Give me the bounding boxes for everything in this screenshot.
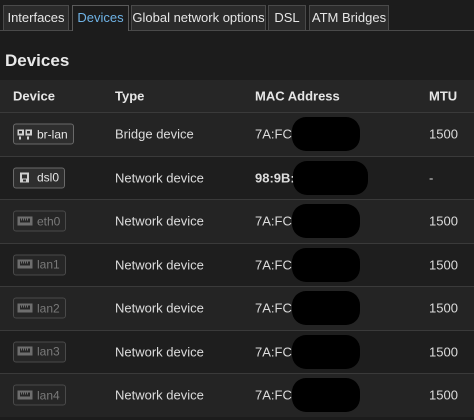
type-cell: Network device (115, 344, 204, 360)
tab-global-network-options[interactable]: Global network options (131, 5, 266, 30)
mac-cell: 98:9B: (255, 170, 295, 186)
device-cell: br-lan (13, 123, 74, 145)
mtu-cell: 1500 (429, 126, 458, 142)
section-title: Devices (5, 51, 70, 70)
mac-cell: 7A:FC: (255, 213, 296, 229)
mtu-cell: - (429, 170, 434, 186)
mtu-cell: 1500 (429, 387, 458, 403)
ethernet-port-icon (17, 389, 33, 401)
device-name: eth0 (37, 214, 61, 229)
ethernet-port-icon (17, 259, 33, 271)
ethernet-port-icon (17, 346, 33, 358)
tab-interfaces[interactable]: Interfaces (3, 5, 69, 30)
tab-dsl[interactable]: DSL (268, 5, 306, 30)
device-cell: lan1 (13, 254, 66, 276)
device-badge-lan1[interactable]: lan1 (13, 254, 66, 276)
device-cell: eth0 (13, 210, 67, 232)
mtu-cell: 1500 (429, 257, 458, 273)
bridge-icon (17, 128, 33, 140)
device-cell: lan2 (13, 297, 66, 319)
device-badge-eth0[interactable]: eth0 (13, 210, 67, 232)
table-row: lan2 Network device 7A:FC: 1500 (0, 286, 474, 330)
tab-atm-bridges[interactable]: ATM Bridges (309, 5, 389, 30)
device-cell: lan3 (13, 341, 66, 363)
mac-cell: 7A:FC: (255, 257, 296, 273)
header-mtu: MTU (429, 88, 458, 104)
mac-cell: 7A:FC: (255, 387, 296, 403)
device-name: lan3 (37, 344, 60, 359)
table-row: dsl0 Network device 98:9B: - (0, 155, 474, 199)
header-mac-address: MAC Address (255, 88, 340, 104)
header-device: Device (13, 88, 55, 104)
devices-table: Device Type MAC Address MTU br-lan Bridge… (0, 80, 474, 417)
mtu-cell: 1500 (429, 213, 458, 229)
type-cell: Bridge device (115, 126, 194, 142)
device-name: lan1 (37, 257, 60, 272)
device-badge-lan2[interactable]: lan2 (13, 297, 66, 319)
type-cell: Network device (115, 213, 204, 229)
device-name: br-lan (37, 127, 68, 142)
device-name: dsl0 (37, 170, 60, 185)
device-badge-dsl0[interactable]: dsl0 (13, 167, 66, 189)
device-badge-lan4[interactable]: lan4 (13, 384, 66, 406)
table-header: Device Type MAC Address MTU (0, 80, 474, 112)
device-cell: lan4 (13, 384, 66, 406)
ethernet-port-icon (17, 215, 33, 227)
redaction-mark (292, 378, 360, 412)
tab-devices[interactable]: Devices (72, 5, 129, 31)
mac-cell: 7A:FC: (255, 126, 296, 142)
redaction-mark (292, 334, 360, 369)
redaction-mark (292, 247, 360, 282)
redaction-mark (293, 160, 368, 195)
table-row: lan1 Network device 7A:FC: 1500 (0, 242, 474, 286)
device-badge-lan3[interactable]: lan3 (13, 341, 66, 363)
table-row: eth0 Network device 7A:FC: 1500 (0, 199, 474, 243)
dsl-port-icon (17, 172, 33, 184)
table-row: lan4 Network device 7A:FC: 1500 (0, 373, 474, 417)
type-cell: Network device (115, 387, 204, 403)
mac-cell: 7A:FC (255, 344, 292, 360)
ethernet-port-icon (17, 302, 33, 314)
mtu-cell: 1500 (429, 344, 458, 360)
table-row: lan3 Network device 7A:FC 1500 (0, 329, 474, 373)
type-cell: Network device (115, 300, 204, 316)
redaction-mark (292, 117, 360, 151)
tab-bar: Interfaces Devices Global network option… (0, 0, 474, 31)
type-cell: Network device (115, 257, 204, 273)
type-cell: Network device (115, 170, 204, 186)
device-name: lan4 (37, 388, 60, 403)
mac-cell: 7A:FC: (255, 300, 296, 316)
redaction-mark (292, 291, 360, 325)
table-row: br-lan Bridge device 7A:FC: 1500 (0, 112, 474, 156)
device-name: lan2 (37, 301, 60, 316)
redaction-mark (292, 204, 360, 238)
device-badge-br-lan[interactable]: br-lan (13, 123, 74, 145)
device-cell: dsl0 (13, 167, 66, 189)
header-type: Type (115, 88, 145, 104)
mtu-cell: 1500 (429, 300, 458, 316)
